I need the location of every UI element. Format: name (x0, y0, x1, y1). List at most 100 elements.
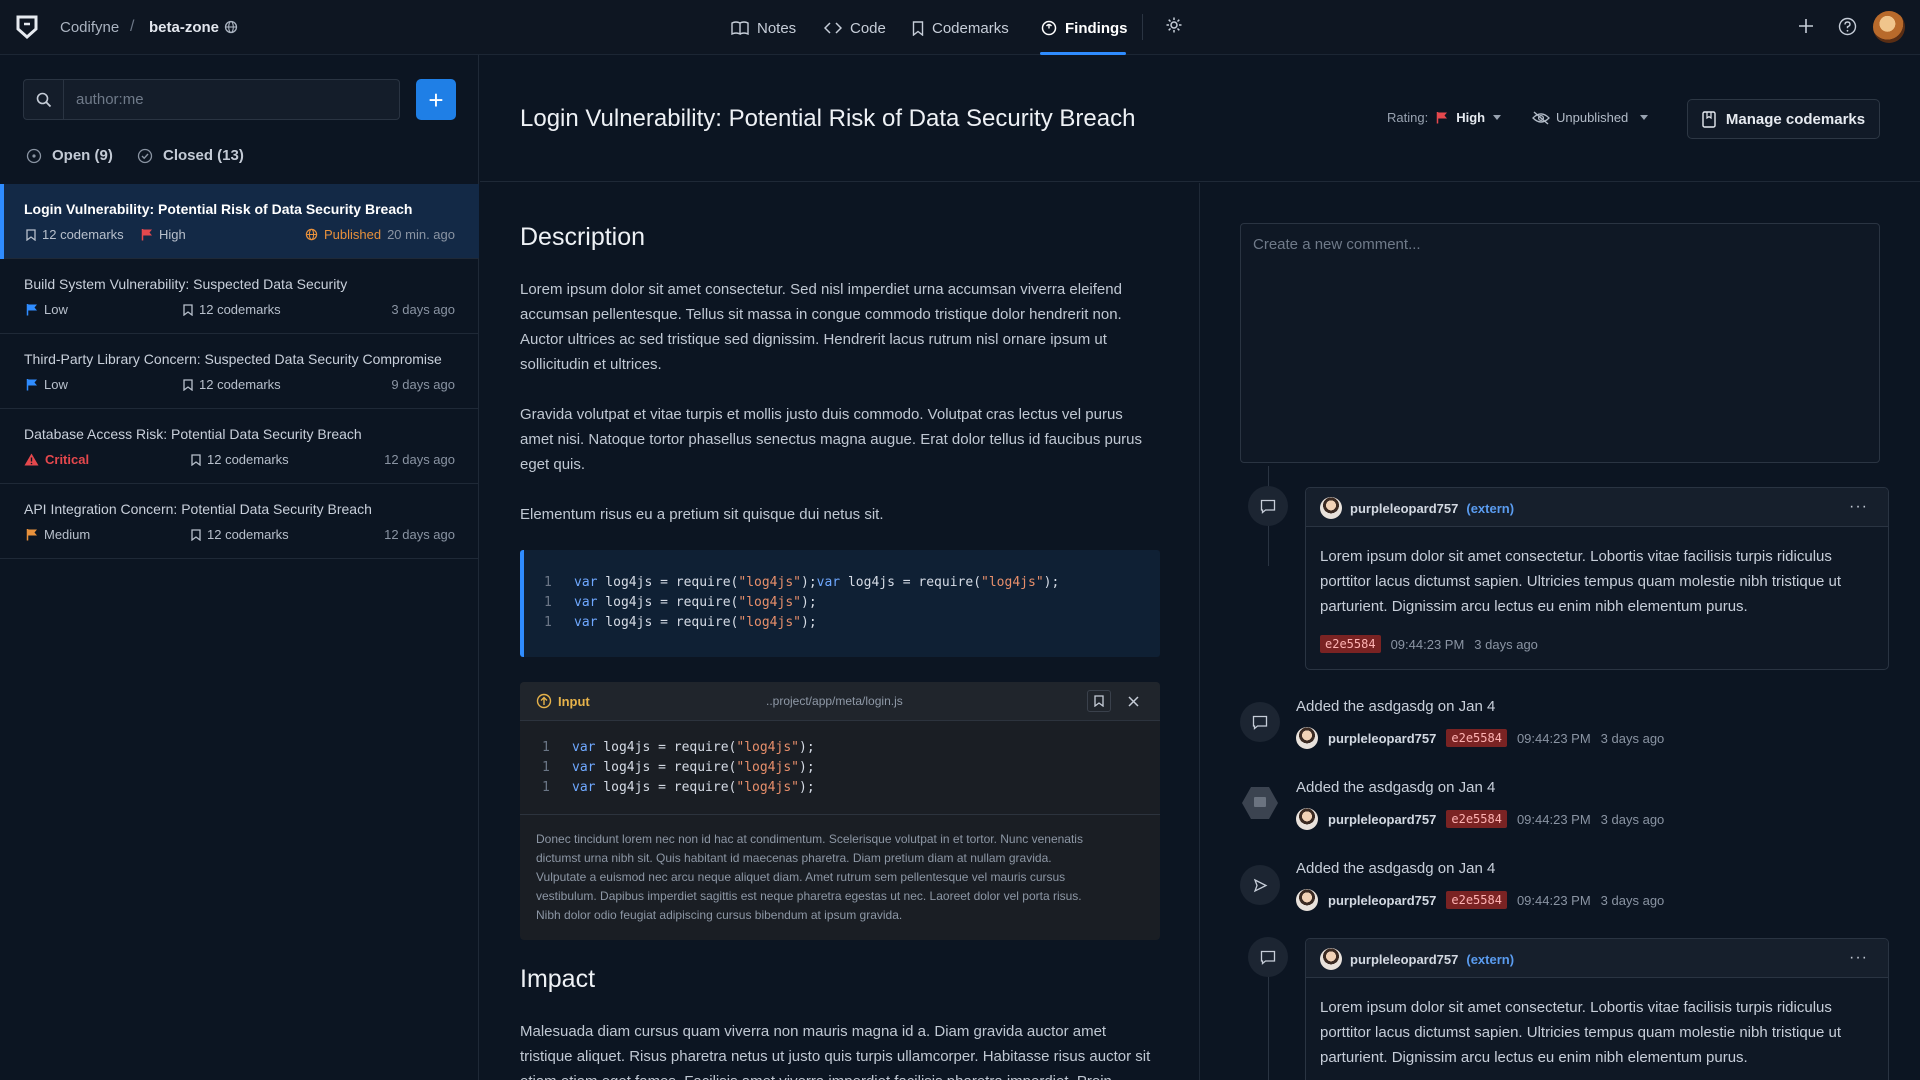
finding-status-label: Published (324, 227, 382, 242)
top-nav-bar: Codifyne / beta-zone Notes Code Codemark… (0, 0, 1920, 55)
finding-list-item[interactable]: Build System Vulnerability: Suspected Da… (0, 259, 479, 334)
codemark-header: Input ..project/app/meta/login.js (520, 682, 1160, 721)
codemark-bookmark-button[interactable] (1087, 690, 1111, 712)
search-input[interactable] (76, 80, 386, 119)
finding-codemarks-label: 12 codemarks (207, 527, 289, 542)
codemark-close-button[interactable] (1122, 690, 1144, 712)
findings-sidebar: + Open (9) Closed (13) Login Vulnerabili… (0, 55, 479, 1080)
comment-author: purpleleopard757 (extern) (1320, 948, 1514, 970)
book-icon (731, 21, 749, 35)
gear-icon[interactable] (1165, 16, 1183, 34)
tab-findings[interactable]: Findings (1041, 18, 1128, 38)
finding-age: 12 days ago (384, 452, 455, 467)
tab-codemarks[interactable]: Codemarks (912, 18, 1009, 38)
finding-codemarks: 12 codemarks (183, 302, 281, 317)
finding-codemarks: 12 codemarks (26, 227, 124, 242)
commit-hash-badge[interactable]: e2e5584 (1446, 810, 1507, 828)
comment-time: 09:44:23 PM (1390, 636, 1465, 652)
upload-arrow-icon (536, 693, 552, 709)
code-text: ); (799, 740, 815, 755)
code-text: log4js = require( (840, 575, 982, 590)
finding-list-item[interactable]: Database Access Risk: Potential Data Sec… (0, 409, 479, 484)
impact-paragraph: Malesuada diam cursus quam viverra non m… (520, 1023, 1151, 1080)
code-block[interactable]: 1 var log4js = require("log4js");var log4… (520, 550, 1160, 657)
codemark-note: Donec tincidunt lorem nec non id hac at … (536, 832, 1083, 922)
finding-list-item[interactable]: Login Vulnerability: Potential Risk of D… (0, 184, 479, 259)
check-circle-icon (137, 148, 153, 163)
event-marker (1240, 702, 1280, 742)
finding-codemarks: 12 codemarks (191, 452, 289, 467)
finding-rating-label: Low (44, 377, 68, 392)
app-logo-icon[interactable] (16, 15, 38, 39)
finding-codemarks-label: 12 codemarks (42, 227, 124, 242)
search-icon-wrapper[interactable] (24, 80, 64, 119)
close-icon (1127, 695, 1139, 707)
finding-rating: High (141, 227, 186, 242)
avatar (1320, 497, 1342, 519)
finding-rating-label: Medium (44, 527, 91, 542)
filter-closed-label: Closed (13) (163, 147, 244, 164)
send-icon (1253, 878, 1267, 892)
line-number: 1 (542, 760, 550, 775)
event-username[interactable]: purpleleopard757 (1328, 731, 1436, 746)
finding-content: Description Lorem ipsum dolor sit amet c… (480, 183, 1200, 1080)
commit-hash-badge[interactable]: e2e5584 (1446, 891, 1507, 909)
event-username[interactable]: purpleleopard757 (1328, 893, 1436, 908)
event-age: 3 days ago (1600, 730, 1665, 746)
event-username[interactable]: purpleleopard757 (1328, 812, 1436, 827)
comment-card: purpleleopard757 (extern) ··· Lorem ipsu… (1305, 487, 1889, 670)
more-options-button[interactable]: ··· (1849, 498, 1868, 516)
globe-icon (305, 228, 318, 241)
add-finding-button[interactable]: + (416, 79, 456, 120)
code-keyword: var (572, 760, 596, 775)
comment-age: 3 days ago (1474, 636, 1538, 652)
line-number: 1 (544, 595, 552, 610)
rating-value: High (1456, 110, 1486, 125)
finding-rating: Medium (26, 527, 90, 542)
avatar (1296, 808, 1318, 830)
flag-icon (141, 229, 152, 241)
finding-list-item[interactable]: API Integration Concern: Potential Data … (0, 484, 479, 559)
comment-marker (1248, 937, 1288, 977)
tab-findings-label: Findings (1065, 19, 1128, 37)
bookmark-icon (191, 528, 201, 541)
warning-triangle-icon (24, 453, 39, 466)
codemark-divider (520, 814, 1160, 815)
breadcrumb-org[interactable]: Codifyne (60, 19, 119, 36)
comment-body: Lorem ipsum dolor sit amet consectetur. … (1320, 548, 1842, 615)
commit-hash-badge[interactable]: e2e5584 (1320, 635, 1381, 653)
line-number: 1 (544, 615, 552, 630)
search-icon (36, 92, 51, 107)
plus-icon[interactable] (1798, 18, 1814, 34)
codemark-file-path[interactable]: ..project/app/meta/login.js (766, 694, 903, 708)
new-comment-textarea[interactable] (1240, 223, 1880, 463)
tab-notes[interactable]: Notes (731, 18, 796, 38)
code-text: log4js = require( (595, 780, 737, 795)
tab-codemarks-label: Codemarks (932, 19, 1009, 37)
finding-title: Build System Vulnerability: Suspected Da… (24, 276, 348, 292)
comment-username[interactable]: purpleleopard757 (1350, 952, 1458, 967)
code-text: log4js = require( (597, 575, 739, 590)
finding-list-item[interactable]: Third-Party Library Concern: Suspected D… (0, 334, 479, 409)
code-text: log4js = require( (597, 595, 739, 610)
line-number: 1 (542, 740, 550, 755)
codemark-input-panel: Input ..project/app/meta/login.js 1 var l… (520, 682, 1160, 940)
comment-marker (1248, 486, 1288, 526)
rating-dropdown[interactable]: Rating: High (1387, 110, 1502, 125)
breadcrumb-project[interactable]: beta-zone (149, 19, 219, 36)
filter-open[interactable]: Open (9) (26, 147, 113, 164)
help-icon[interactable] (1838, 17, 1857, 36)
code-string: "log4js" (736, 780, 799, 795)
more-options-button[interactable]: ··· (1849, 949, 1868, 967)
tab-code[interactable]: Code (824, 18, 886, 38)
code-keyword: var (574, 595, 598, 610)
comment-header: purpleleopard757 (extern) ··· (1306, 939, 1888, 978)
comment-username[interactable]: purpleleopard757 (1350, 501, 1458, 516)
user-avatar[interactable] (1873, 11, 1905, 43)
manage-codemarks-button[interactable]: Manage codemarks (1687, 99, 1880, 139)
filter-closed[interactable]: Closed (13) (137, 147, 244, 164)
bookmark-icon (183, 378, 193, 391)
codemark-type-label: Input (558, 693, 590, 709)
commit-hash-badge[interactable]: e2e5584 (1446, 729, 1507, 747)
publish-state-dropdown[interactable]: Unpublished (1532, 110, 1649, 125)
